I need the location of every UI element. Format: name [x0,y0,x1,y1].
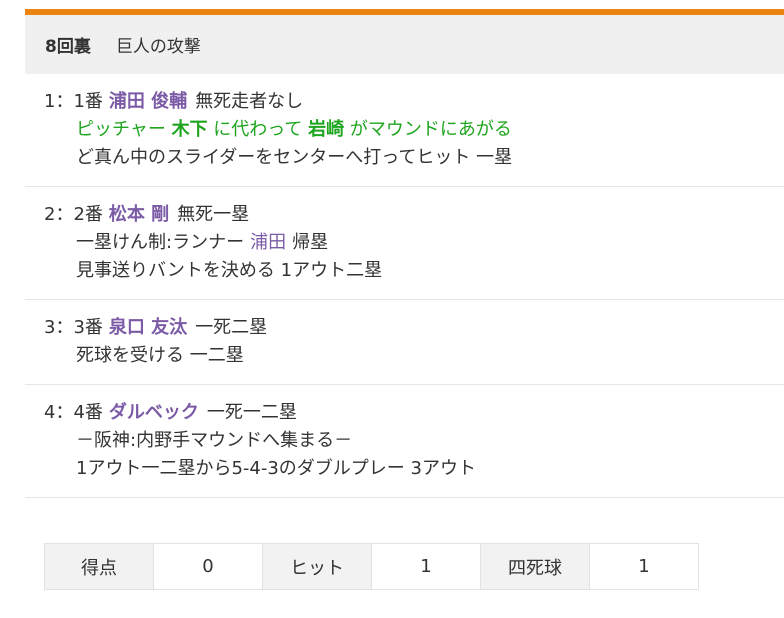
batter-name-link[interactable]: 泉口 友汰 [109,317,187,338]
inning-summary-table: 得点 0 ヒット 1 四死球 1 [44,543,699,590]
pitcher-change-mid: に代わって [213,119,303,140]
pickoff-suffix: 帰塁 [292,232,329,253]
batter-name-link[interactable]: 松本 剛 [109,204,169,225]
pickoff-event: 一塁けん制:ランナー 浦田 帰塁 [44,229,784,257]
batting-order: 1：1番 [44,91,103,112]
inning-panel: 8回裏 巨人の攻撃 1：1番 浦田 俊輔 無死走者なし ピッチャー 木下 に代わって… [25,9,784,498]
pitcher-to: 岩崎 [308,119,345,140]
at-bat-item: 2：2番 松本 剛無死一塁 一塁けん制:ランナー 浦田 帰塁 見事送りバントを決める … [25,187,784,300]
game-note: －阪神:内野手マウンドへ集まる－ [76,430,353,451]
pitcher-change-suffix: がマウンドにあがる [349,119,512,140]
batting-order: 4：4番 [44,402,103,423]
pickoff-prefix: 一塁けん制:ランナー [76,232,245,253]
runner-situation: 一死二塁 [195,317,268,338]
at-bat-item: 4：4番 ダルベック 一死一二塁 －阪神:内野手マウンドへ集まる－ 1アウト一二塁か… [25,385,784,498]
pitcher-change: ピッチャー 木下 に代わって 岩崎 がマウンドにあがる [44,116,784,144]
runner-situation: 一死一二塁 [206,402,297,423]
walks-value: 1 [589,543,699,590]
runs-label: 得点 [44,543,154,590]
pitcher-change-prefix: ピッチャー [76,119,166,140]
walks-label: 四死球 [480,543,590,590]
hits-value: 1 [371,543,481,590]
play-result: 死球を受ける 一二塁 [76,345,244,366]
at-bat-item: 1：1番 浦田 俊輔 無死走者なし ピッチャー 木下 に代わって 岩崎 がマウンドに… [25,74,784,187]
batter-name-link[interactable]: ダルベック [109,402,199,423]
at-bat-item: 3：3番 泉口 友汰 一死二塁 死球を受ける 一二塁 [25,300,784,385]
hits-label: ヒット [262,543,372,590]
runner-name-link[interactable]: 浦田 [250,232,286,253]
inning-header: 8回裏 巨人の攻撃 [25,15,784,74]
team-attack-label: 巨人の攻撃 [115,37,201,57]
pitcher-from: 木下 [171,119,208,140]
batting-order: 3：3番 [44,317,103,338]
play-result: 見事送りバントを決める 1アウト二塁 [76,260,383,281]
runner-situation: 無死走者なし [195,91,304,112]
runs-value: 0 [153,543,263,590]
runner-situation: 無死一塁 [177,204,250,225]
batting-order: 2：2番 [44,204,103,225]
batter-name-link[interactable]: 浦田 俊輔 [109,91,187,112]
play-result: 1アウト一二塁から5-4-3のダブルプレー 3アウト [76,458,476,479]
inning-label: 8回裏 [45,37,91,57]
play-result: ど真ん中のスライダーをセンターへ打ってヒット 一塁 [76,147,513,168]
